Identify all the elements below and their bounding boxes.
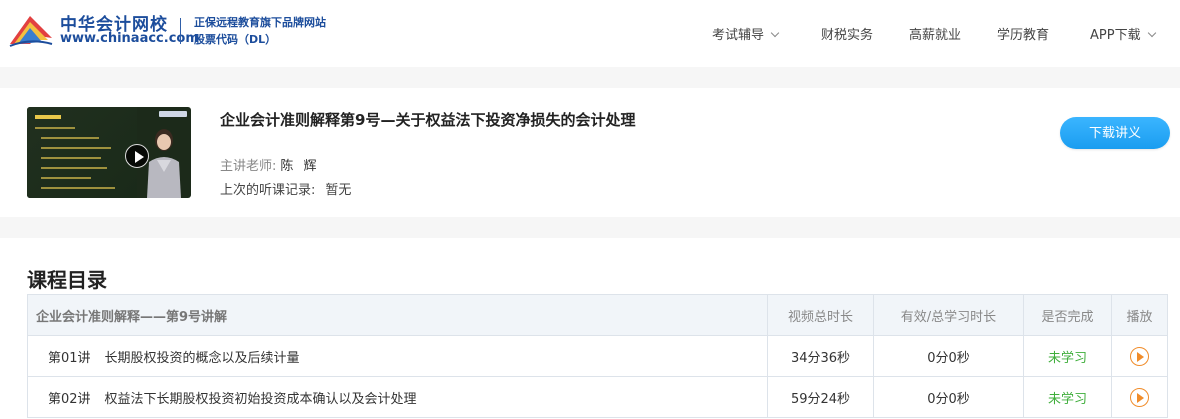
play-icon[interactable] <box>1130 387 1149 407</box>
video-thumbnail[interactable] <box>27 107 191 198</box>
nav-item-app-download[interactable]: APP下载 <box>1090 24 1156 43</box>
teacher-label: 主讲老师: <box>220 159 277 174</box>
nav-item-degree-education[interactable]: 学历教育 <box>997 24 1049 43</box>
lesson-name[interactable]: 第02讲 权益法下长期股权投资初始投资成本确认以及会计处理 <box>27 376 768 418</box>
course-catalog: 课程目录 企业会计准则解释——第9号讲解 视频总时长 有效/总学习时长 是否完成… <box>0 238 1180 419</box>
brand-url[interactable]: www.chinaacc.com <box>60 31 199 46</box>
lesson-number: 第01讲 <box>48 350 91 366</box>
teacher-name: 陈 辉 <box>280 159 320 174</box>
nav-item-exam-tutoring[interactable]: 考试辅导 <box>712 24 780 43</box>
nav-label: 考试辅导 <box>712 28 765 43</box>
lesson-duration: 34分36秒 <box>767 335 874 377</box>
lesson-duration: 59分24秒 <box>767 376 874 418</box>
course-info-card: 企业会计准则解释第9号—关于权益法下投资净损失的会计处理 主讲老师: 陈 辉 上次… <box>0 88 1180 217</box>
lesson-study-time: 0分0秒 <box>873 376 1024 418</box>
nav-label: 学历教育 <box>997 28 1050 43</box>
nav-item-tax-practice[interactable]: 财税实务 <box>821 24 873 43</box>
chevron-down-icon <box>1147 28 1156 38</box>
play-icon[interactable] <box>125 144 149 168</box>
thumbnail-blackboard <box>27 107 137 198</box>
last-record-label: 上次的听课记录: <box>220 183 316 198</box>
nav-label: 高薪就业 <box>909 28 962 43</box>
play-icon[interactable] <box>1130 346 1149 366</box>
lesson-number: 第02讲 <box>48 391 91 407</box>
lesson-title: 权益法下长期股权投资初始投资成本确认以及会计处理 <box>104 391 417 407</box>
last-study-record: 上次的听课记录: 暂无 <box>220 179 351 198</box>
chevron-down-icon <box>770 28 780 38</box>
lesson-study-time: 0分0秒 <box>873 335 1024 377</box>
nav-item-high-salary-jobs[interactable]: 高薪就业 <box>909 24 961 43</box>
thumbnail-watermark <box>159 111 187 117</box>
lesson-play-cell <box>1111 376 1168 418</box>
table-row[interactable]: 第01讲 长期股权投资的概念以及后续计量 34分36秒 0分0秒 未学习 <box>27 335 1168 377</box>
chinaacc-logo-icon[interactable] <box>8 10 54 50</box>
download-handout-button[interactable]: 下载讲义 <box>1060 117 1170 149</box>
course-title: 企业会计准则解释第9号—关于权益法下投资净损失的会计处理 <box>220 111 636 129</box>
brand-divider <box>180 18 181 44</box>
column-header-play: 播放 <box>1111 294 1168 336</box>
column-header-video-duration: 视频总时长 <box>767 294 874 336</box>
lesson-title: 长期股权投资的概念以及后续计量 <box>104 350 300 366</box>
column-header-completed: 是否完成 <box>1023 294 1112 336</box>
site-header: 中华会计网校 www.chinaacc.com 正保远程教育旗下品牌网站 股票代… <box>0 0 1180 67</box>
tagline-company: 正保远程教育旗下品牌网站 <box>194 16 326 29</box>
catalog-heading: 课程目录 <box>27 268 107 292</box>
table-row[interactable]: 第02讲 权益法下长期股权投资初始投资成本确认以及会计处理 59分24秒 0分0秒… <box>27 376 1168 418</box>
column-header-name: 企业会计准则解释——第9号讲解 <box>27 294 768 336</box>
teacher-info: 主讲老师: 陈 辉 <box>220 155 320 174</box>
lesson-name[interactable]: 第01讲 长期股权投资的概念以及后续计量 <box>27 335 768 377</box>
column-header-study-time: 有效/总学习时长 <box>873 294 1024 336</box>
last-record-value: 暂无 <box>325 183 352 198</box>
lesson-status: 未学习 <box>1023 376 1112 418</box>
lesson-play-cell <box>1111 335 1168 377</box>
lesson-table: 企业会计准则解释——第9号讲解 视频总时长 有效/总学习时长 是否完成 播放 第… <box>27 294 1168 418</box>
tagline-stock-code: 股票代码（DL） <box>194 33 277 46</box>
nav-label: APP下载 <box>1090 28 1141 43</box>
lesson-status: 未学习 <box>1023 335 1112 377</box>
table-header-row: 企业会计准则解释——第9号讲解 视频总时长 有效/总学习时长 是否完成 播放 <box>27 294 1168 336</box>
nav-label: 财税实务 <box>821 28 874 43</box>
